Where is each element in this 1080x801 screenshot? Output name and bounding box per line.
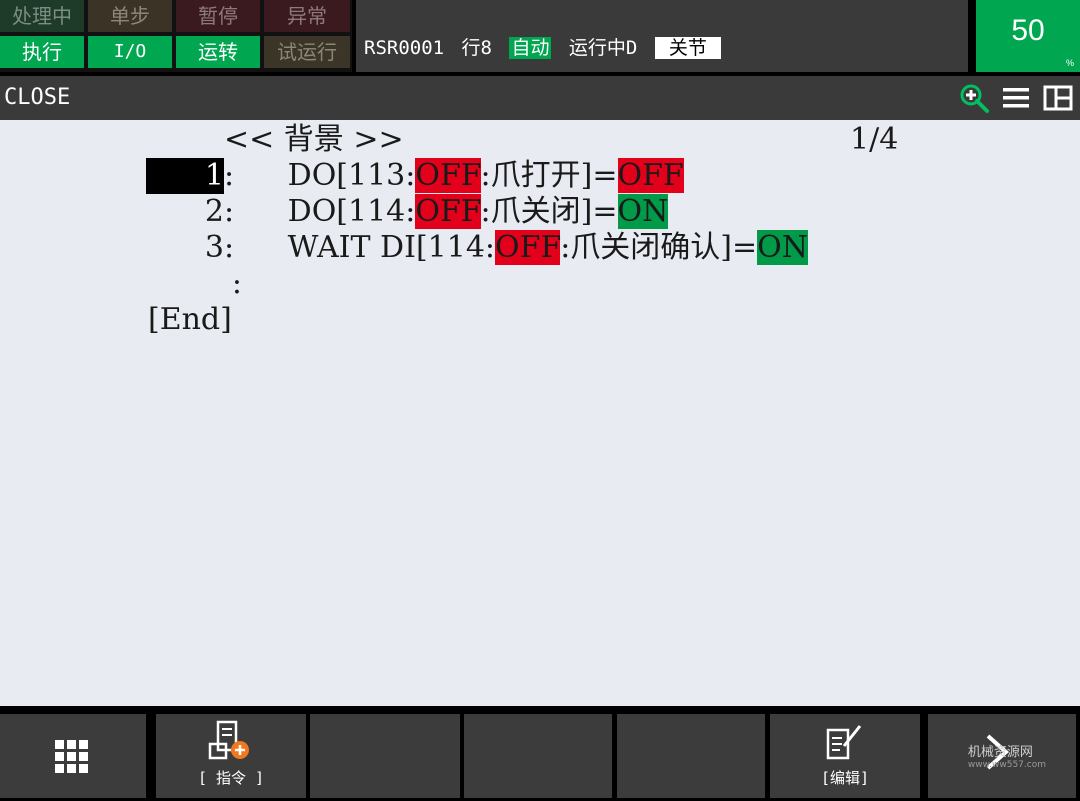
function-key-bar: [ 指令 ] [编辑] 机械资源网 www.ww557.com <box>0 712 1080 801</box>
lamp-busy: 处理中 <box>0 0 84 32</box>
run-state: 运行中D <box>568 37 638 59</box>
lamp-trial-run: 试运行 <box>264 36 350 68</box>
edit-icon <box>826 725 862 760</box>
io-value-off: OFF <box>617 158 684 193</box>
program-line-1[interactable]: 1: DO[113:OFF:爪打开]=OFF <box>146 158 684 194</box>
grid-icon <box>55 740 88 773</box>
f4-button[interactable] <box>464 714 612 798</box>
menu-icon[interactable] <box>1000 82 1032 114</box>
io-status-off: OFF <box>415 158 481 193</box>
add-instruction-icon <box>208 720 249 760</box>
io-status-off: OFF <box>495 230 561 265</box>
watermark: 机械资源网 www.ww557.com <box>967 745 1046 770</box>
f3-button[interactable] <box>310 714 460 798</box>
current-program: RSR0001 <box>364 37 445 59</box>
instruction-text: WAIT DI[114: <box>287 230 496 265</box>
title-bar: CLOSE <box>0 76 1080 120</box>
line-number-cursor[interactable]: 1 <box>146 158 224 194</box>
program-header: << 背景 >> <box>224 122 404 157</box>
lamp-io: I/O <box>88 36 172 68</box>
mode-badge: 自动 <box>509 37 552 59</box>
program-name: CLOSE <box>4 85 71 110</box>
edit-button[interactable]: [编辑] <box>770 714 920 798</box>
program-editor[interactable]: << 背景 >> 1/4 1: DO[113:OFF:爪打开]=OFF 2: D… <box>0 120 1080 706</box>
instruction-button[interactable]: [ 指令 ] <box>156 714 306 798</box>
lamp-prod: 运转 <box>176 36 260 68</box>
edit-label: [编辑] <box>820 769 870 787</box>
instruction-text: DO[114: <box>287 194 416 229</box>
program-line-3[interactable]: 3: WAIT DI[114:OFF:爪关闭确认]=ON <box>146 230 809 266</box>
split-view-icon[interactable] <box>1042 82 1074 114</box>
next-page-button[interactable]: 机械资源网 www.ww557.com <box>928 714 1076 798</box>
speed-override[interactable]: 50 % <box>976 0 1080 72</box>
io-status-off: OFF <box>415 194 481 229</box>
override-value: 50 <box>1011 14 1045 47</box>
lamp-run: 执行 <box>0 36 84 68</box>
lamp-hold: 暂停 <box>176 0 260 32</box>
instruction-comment: :爪关闭]= <box>480 194 618 229</box>
instruction-label: [ 指令 ] <box>197 769 265 787</box>
page-indicator: 1/4 <box>850 122 899 157</box>
line-number: 3 <box>204 230 224 265</box>
instruction-comment: :爪打开]= <box>480 158 618 193</box>
instruction-comment: :爪关闭确认]= <box>560 230 758 265</box>
current-line: 行8 <box>461 37 492 59</box>
f5-button[interactable] <box>617 714 765 798</box>
lamp-fault: 异常 <box>264 0 350 32</box>
program-line-2[interactable]: 2: DO[114:OFF:爪关闭]=ON <box>146 194 669 230</box>
end-marker[interactable]: [End] <box>148 302 232 338</box>
status-line: RSR0001 行8 自动 运行中D 关节 <box>356 0 968 72</box>
zoom-in-icon[interactable] <box>958 82 990 114</box>
lamp-step: 单步 <box>88 0 172 32</box>
menu-grid-button[interactable] <box>0 714 146 798</box>
io-value-on: ON <box>617 194 669 229</box>
line-number: 2 <box>204 194 224 229</box>
instruction-text: DO[113: <box>287 158 416 193</box>
line-ellipsis: : <box>231 266 242 301</box>
override-unit: % <box>1065 58 1074 68</box>
coord-badge: 关节 <box>654 37 721 59</box>
io-value-on: ON <box>757 230 809 265</box>
status-indicators: 处理中 单步 暂停 异常 执行 I/O 运转 试运行 <box>0 0 352 72</box>
